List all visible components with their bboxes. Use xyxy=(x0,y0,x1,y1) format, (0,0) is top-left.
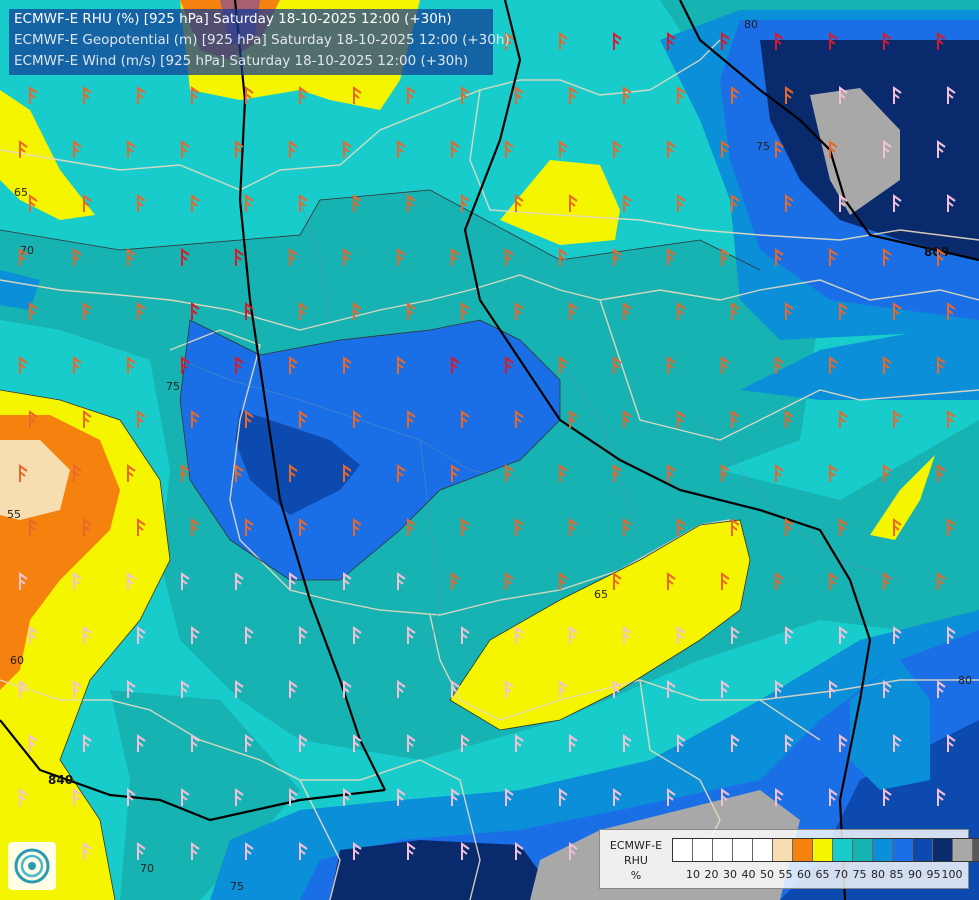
legend-swatch xyxy=(893,839,913,861)
legend-swatch xyxy=(773,839,793,861)
ecmwf-logo-icon xyxy=(8,842,56,890)
legend-swatch xyxy=(753,839,773,861)
legend-swatch xyxy=(853,839,873,861)
legend-swatch xyxy=(973,839,979,861)
legend-swatch xyxy=(693,839,713,861)
legend-tick-label: 70 xyxy=(834,868,848,881)
rhu-legend: ECMWF-E RHU % 10 20 30 40 50 55 60 65 70 75 80 85 90… xyxy=(599,829,979,889)
weather-map: 800 840 80 75 65 70 75 55 60 65 70 75 80… xyxy=(0,0,979,900)
legend-tick-label: 65 xyxy=(815,868,830,881)
rh-label-75-a: 75 xyxy=(756,140,770,153)
legend-tick-label: 50 xyxy=(760,868,774,881)
legend-tick-label: 90 xyxy=(908,868,922,881)
title-rhu: ECMWF-E RHU (%) [925 hPa] Saturday 18-10… xyxy=(14,11,452,27)
legend-swatch xyxy=(833,839,853,861)
geopotential-label-840: 840 xyxy=(48,773,73,787)
legend-tick-label: 85 xyxy=(889,868,904,881)
legend-swatch xyxy=(793,839,813,861)
title-wind: ECMWF-E Wind (m/s) [925 hPa] Saturday 18… xyxy=(14,53,469,69)
rh-label-80-a: 80 xyxy=(744,18,758,31)
rh-label-75-c: 75 xyxy=(230,880,244,893)
rh-label-75-b: 75 xyxy=(166,380,180,393)
legend-title-model: ECMWF-E xyxy=(609,839,663,852)
legend-tick-label: 80 xyxy=(871,868,885,881)
legend-swatch xyxy=(933,839,953,861)
legend-title-var: RHU xyxy=(624,854,648,867)
legend-tick-label: 10 xyxy=(686,868,700,881)
legend-tick-label: 40 xyxy=(741,868,756,881)
rh-label-65-b: 65 xyxy=(594,588,608,601)
rh-label-55: 55 xyxy=(7,508,21,521)
geopotential-label-800: 800 xyxy=(924,245,949,259)
rh-label-65-a: 65 xyxy=(14,186,28,199)
legend-swatch xyxy=(813,839,833,861)
legend-swatch xyxy=(673,839,693,861)
rh-label-70-b: 70 xyxy=(140,862,154,875)
map-title-box: ECMWF-E RHU (%) [925 hPa] Saturday 18-10… xyxy=(9,9,510,75)
legend-tick-label: 60 xyxy=(797,868,811,881)
legend-tick-label: 20 xyxy=(704,868,719,881)
rh-label-80-b: 80 xyxy=(958,674,972,687)
legend-swatch xyxy=(873,839,893,861)
legend-swatch xyxy=(733,839,753,861)
legend-tick-label: 55 xyxy=(778,868,793,881)
rh-label-60: 60 xyxy=(10,654,24,667)
legend-swatch xyxy=(913,839,933,861)
legend-color-scale xyxy=(672,838,979,862)
legend-tick-label: 95 xyxy=(926,868,941,881)
swirl-icon xyxy=(14,848,50,884)
legend-title: ECMWF-E RHU % xyxy=(604,838,668,883)
map-canvas: 800 840 80 75 65 70 75 55 60 65 70 75 80 xyxy=(0,0,979,900)
legend-tick-label: 100 xyxy=(941,868,963,881)
title-geopotential: ECMWF-E Geopotential (m) [925 hPa] Satur… xyxy=(14,32,510,48)
legend-swatch xyxy=(713,839,733,861)
legend-tick-label: 75 xyxy=(852,868,867,881)
legend-tick-label: 30 xyxy=(723,868,737,881)
legend-title-unit: % xyxy=(630,869,642,882)
legend-swatch xyxy=(953,839,973,861)
